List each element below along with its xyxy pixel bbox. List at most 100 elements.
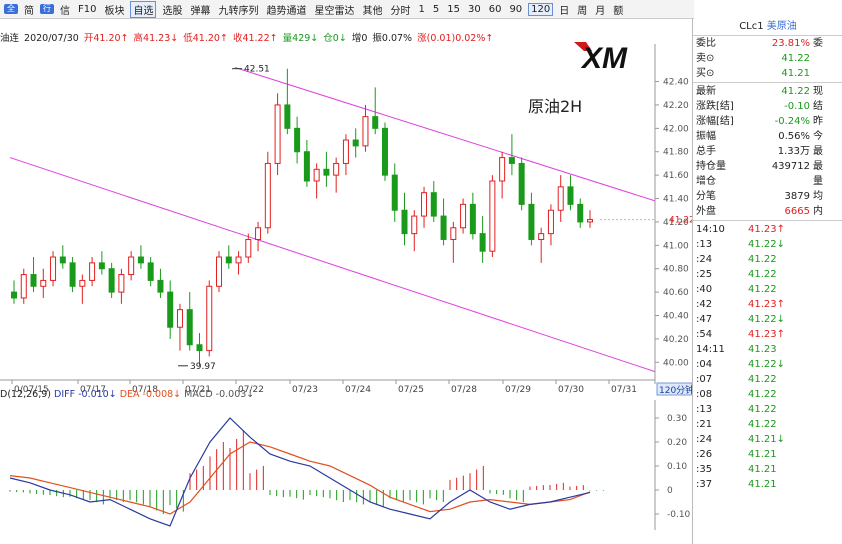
tick-price: 41.22↓ [748, 314, 786, 325]
candle-body [303, 151, 310, 182]
quote-info-bar: 油连 2020/07/30 开41.20↑ 高41.23↓ 低41.20↑ 收4… [0, 30, 655, 43]
macd-tick-label: 0.30 [667, 414, 687, 424]
toolbar-item[interactable]: 九转序列 [216, 2, 260, 17]
toolbar-item[interactable]: 分时 [388, 2, 412, 17]
toolbar-item[interactable]: 自选 [130, 0, 157, 18]
toolbar-item[interactable]: 90 [507, 4, 524, 15]
tick-price: 41.21 [748, 464, 777, 475]
quote-label: 总手 [696, 146, 716, 157]
toolbar-item[interactable]: 选股 [160, 2, 184, 17]
symbol-header[interactable]: CLc1 美原油 [693, 18, 842, 36]
candle-body [157, 279, 164, 293]
toolbar-item[interactable]: 星空雷达 [312, 2, 356, 17]
tick-row: :54 41.23↑ [693, 327, 842, 342]
candle-body [264, 162, 271, 229]
quote-extra-label: 今 [813, 131, 823, 142]
open-interest-value: 仓0↓ [323, 33, 347, 43]
toolbar-item[interactable]: 弹幕 [188, 2, 212, 17]
tick-row: :13 41.22↓ [693, 237, 842, 252]
open-value: 开41.20↑ [83, 33, 129, 43]
chart-toolbar: 全简行信 F10 板块 自选 选股 弹幕 九转序列 趋势通道 星空雷达 其他 分时 1 5 15 30 60 9… [0, 0, 694, 19]
macd-chart[interactable]: 0.30 0.20 0.10 0 -0.10 [0, 400, 692, 530]
quote-extra-label: 内 [813, 206, 823, 217]
tick-row: :26 41.21 [693, 447, 842, 462]
candle-body [489, 180, 496, 252]
toolbar-item[interactable]: 其他 [360, 2, 384, 17]
toolbar-item[interactable]: 日 [557, 2, 571, 17]
quote-label: 涨幅[结] [696, 116, 734, 127]
candle-body [11, 291, 17, 299]
price-tick-label: 40.60 [663, 288, 689, 298]
tick-price: 41.22 [748, 254, 777, 265]
tick-time: :26 [696, 449, 713, 460]
candle-body [469, 203, 476, 235]
quote-row: 委比 23.81% 委 [693, 36, 842, 51]
quote-row: 外盘 6665 内 [693, 204, 842, 219]
diff-value: DIFF -0.010↓ [54, 389, 117, 400]
toolbar-item[interactable]: 15 [445, 4, 462, 15]
quote-extra-label: 最 [813, 146, 823, 157]
candlestick-chart[interactable]: 42.4042.2042.0041.8041.6041.4041.2041.00… [0, 44, 692, 416]
quote-value [744, 174, 810, 189]
close-value: 收41.22↑ [232, 33, 278, 43]
toolbar-item[interactable]: 简 [22, 2, 36, 17]
toolbar-item[interactable]: 行 [40, 4, 54, 14]
tick-list[interactable]: 14:10 41.23↑:13 41.22↓:24 41.22:25 41.22:40 4… [693, 222, 842, 492]
candle-body [557, 186, 564, 211]
tick-row: :21 41.22 [693, 417, 842, 432]
xm-logo: XM [572, 40, 652, 75]
toolbar-item[interactable]: 趋势通道 [264, 2, 308, 17]
tick-time: :47 [696, 314, 713, 325]
tick-row: :24 41.22 [693, 252, 842, 267]
toolbar-item[interactable]: 全 [4, 4, 18, 14]
toolbar-item[interactable]: 1 [416, 4, 426, 15]
candle-body [508, 157, 515, 164]
low-label: 39.97 [190, 362, 216, 372]
quote-label: 振幅 [696, 131, 716, 142]
tick-price: 41.21 [748, 479, 777, 490]
toolbar-item[interactable]: 60 [487, 4, 504, 15]
toolbar-item[interactable]: 信 [58, 2, 72, 17]
quote-label: 涨跌[结] [696, 101, 734, 112]
candle-body [381, 127, 388, 176]
toolbar-item[interactable]: 30 [466, 4, 483, 15]
candle-body [59, 256, 66, 264]
candle-body [255, 227, 262, 240]
tick-price: 41.23↑ [748, 224, 786, 235]
tick-time: :25 [696, 269, 713, 280]
candle-body [128, 256, 135, 276]
tick-time: 14:10 [696, 224, 725, 235]
candle-body [352, 139, 359, 147]
oi-increase-value: 增0 [351, 33, 368, 43]
macd-params: D(12,26,9) [0, 389, 51, 400]
tick-time: :37 [696, 479, 713, 490]
toolbar-item[interactable]: 5 [431, 4, 441, 15]
tick-row: :37 41.21 [693, 477, 842, 492]
toolbar-item[interactable]: 120 [528, 2, 554, 16]
candle-body [50, 256, 57, 281]
instrument-name: 油连 [0, 33, 20, 43]
quote-row: 增仓 量 [693, 174, 842, 189]
quote-label: 分笔 [696, 191, 716, 202]
toolbar-item[interactable]: 月 [593, 2, 607, 17]
candle-body [440, 215, 447, 240]
quote-row: 涨幅[结] -0.24% 昨 [693, 114, 842, 129]
toolbar-item[interactable]: 额 [611, 2, 625, 17]
candle-body [206, 285, 213, 352]
toolbar-item[interactable]: F10 [76, 4, 98, 15]
price-tick-label: 40.00 [663, 358, 689, 368]
dea-value: DEA -0.008↓ [119, 389, 182, 400]
candle-body [460, 203, 467, 229]
tick-time: :21 [696, 419, 713, 430]
macd-tick-label: -0.10 [667, 510, 691, 520]
tick-price: 41.21↓ [748, 434, 786, 445]
quote-value: -0.10 [784, 101, 810, 112]
tick-price: 41.22 [748, 404, 777, 415]
toolbar-item[interactable]: 板块 [102, 2, 126, 17]
toolbar-item[interactable]: 周 [575, 2, 589, 17]
quote-stats-section: 最新 41.22 现涨跌[结] -0.10 结涨幅[结] -0.24% 昨振幅 0.56% 今总… [693, 84, 842, 219]
candle-body [547, 209, 554, 235]
candle-body [294, 127, 301, 153]
quote-extra-label [810, 51, 842, 66]
price-tick-label: 41.40 [663, 195, 689, 205]
